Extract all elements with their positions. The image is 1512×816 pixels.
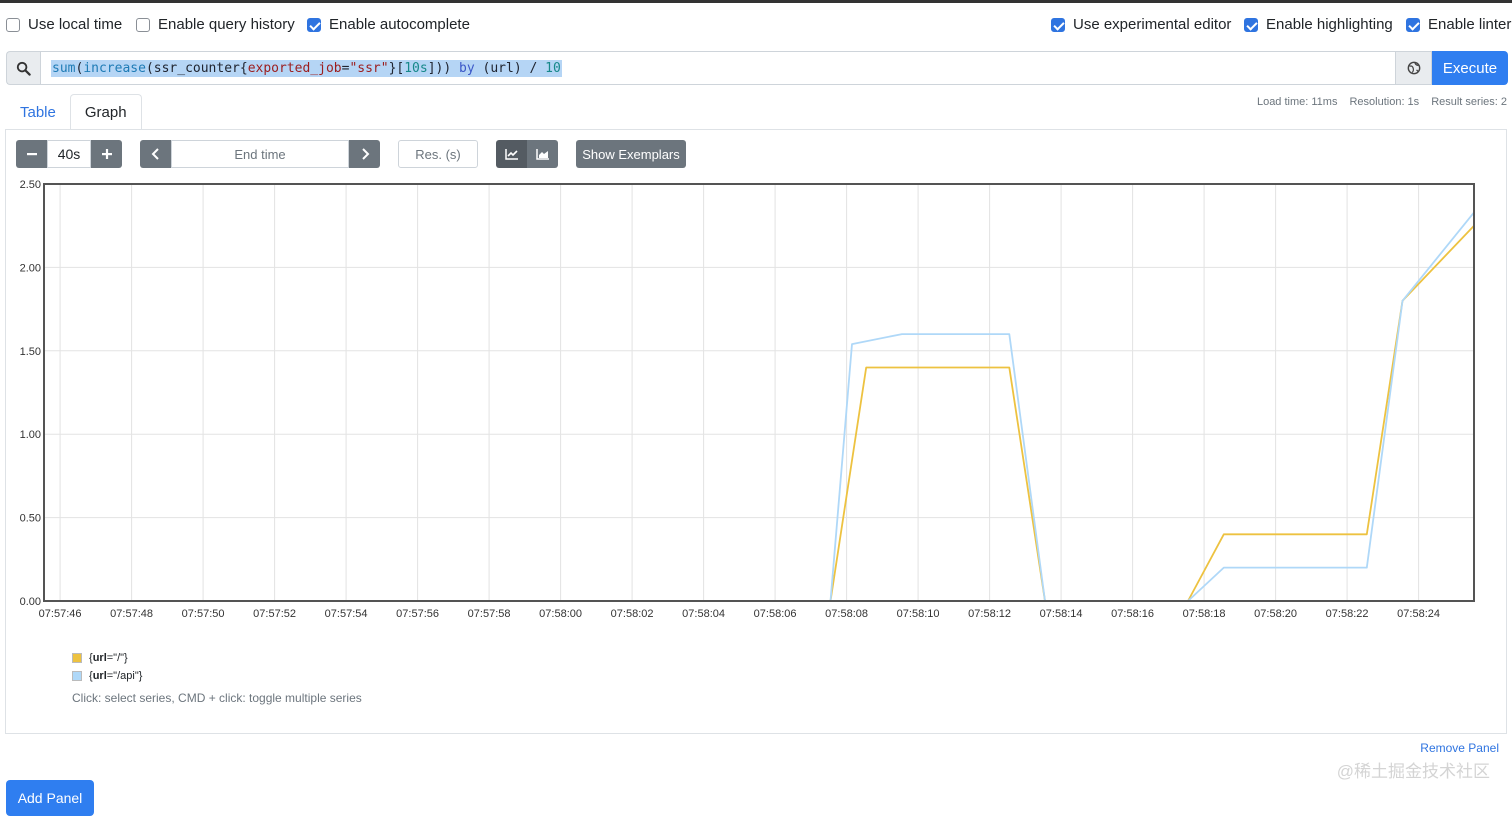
- add-panel-button[interactable]: Add Panel: [6, 780, 94, 816]
- enable-linter-checkbox[interactable]: [1406, 17, 1420, 32]
- x-tick-label: 07:58:20: [1254, 608, 1297, 620]
- enable-query-history-option[interactable]: Enable query history: [136, 16, 295, 33]
- expression-token: "ssr": [349, 60, 389, 76]
- x-tick-label: 07:58:02: [611, 608, 654, 620]
- options-bar: Use local time Enable query history Enab…: [0, 16, 1512, 38]
- enable-linter-label: Enable linter: [1428, 16, 1512, 33]
- metrics-explorer-button[interactable]: [1396, 51, 1432, 85]
- x-tick-label: 07:57:52: [253, 608, 296, 620]
- legend-hint: Click: select series, CMD + click: toggl…: [72, 691, 362, 705]
- enable-query-history-checkbox[interactable]: [136, 17, 150, 32]
- enable-query-history-label: Enable query history: [158, 16, 295, 33]
- remove-panel-link[interactable]: Remove Panel: [1420, 741, 1499, 755]
- x-tick-label: 07:58:16: [1111, 608, 1154, 620]
- graph-panel: 40s End time Res. (s) Show Exemplars 07:…: [5, 129, 1507, 734]
- query-stats: Load time: 11ms Resolution: 1s Result se…: [1257, 96, 1507, 108]
- x-tick-label: 07:57:54: [325, 608, 368, 620]
- expression-input[interactable]: sum(increase(ssr_counter{exported_job="s…: [40, 51, 1396, 85]
- legend-label-value: ="/"}: [106, 652, 128, 664]
- panel-tabs: Table Graph: [6, 94, 142, 130]
- y-tick-label: 1.00: [20, 429, 41, 441]
- use-local-time-checkbox[interactable]: [6, 17, 20, 32]
- legend-label-value: ="/api"}: [106, 670, 143, 682]
- expression-token: exported_job: [247, 60, 342, 76]
- legend-swatch: [72, 653, 82, 663]
- expression-token: {: [239, 60, 248, 76]
- expression-token: ssr_counter: [153, 60, 240, 76]
- x-tick-label: 07:57:46: [39, 608, 82, 620]
- x-tick-label: 07:58:12: [968, 608, 1011, 620]
- x-tick-label: 07:58:18: [1183, 608, 1226, 620]
- enable-autocomplete-checkbox[interactable]: [307, 17, 321, 32]
- globe-icon: [1407, 61, 1420, 75]
- y-tick-label: 2.50: [20, 179, 41, 191]
- time-series-chart[interactable]: 07:57:46 07:57:48 07:57:50 07:57:52 07:57:54…: [6, 130, 1506, 630]
- x-tick-label: 07:57:48: [110, 608, 153, 620]
- expression-token: by: [459, 60, 475, 76]
- expression-token: 10s: [404, 60, 428, 76]
- expression-token: sum: [52, 60, 76, 76]
- enable-highlighting-option[interactable]: Enable highlighting: [1244, 16, 1393, 33]
- resolution: Resolution: 1s: [1349, 96, 1420, 108]
- enable-highlighting-label: Enable highlighting: [1266, 16, 1393, 33]
- y-tick-label: 2.00: [20, 262, 41, 274]
- plot-area: [44, 184, 1474, 601]
- x-tick-label: 07:58:22: [1326, 608, 1369, 620]
- execute-button[interactable]: Execute: [1432, 51, 1508, 85]
- y-tick-label: 0.50: [20, 513, 41, 525]
- load-time: Load time: 11ms: [1256, 96, 1338, 108]
- legend-item-root[interactable]: {url="/"}: [72, 649, 362, 667]
- expression-bar: sum(increase(ssr_counter{exported_job="s…: [6, 51, 1508, 85]
- x-tick-label: 07:57:56: [396, 608, 439, 620]
- x-tick-label: 07:58:10: [897, 608, 940, 620]
- expression-text[interactable]: sum(increase(ssr_counter{exported_job="s…: [51, 59, 562, 77]
- enable-highlighting-checkbox[interactable]: [1244, 17, 1258, 32]
- x-tick-label: 07:58:24: [1397, 608, 1440, 620]
- legend-swatch: [72, 671, 82, 681]
- enable-autocomplete-label: Enable autocomplete: [329, 16, 470, 33]
- chart-legend: {url="/"} {url="/api"} Click: select ser…: [72, 649, 362, 705]
- x-tick-label: 07:58:06: [754, 608, 797, 620]
- use-local-time-label: Use local time: [28, 16, 123, 33]
- top-border: [0, 0, 1512, 3]
- result-series: Result series: 2: [1431, 96, 1507, 108]
- legend-item-api[interactable]: {url="/api"}: [72, 667, 362, 685]
- expression-token: increase: [83, 60, 146, 76]
- use-experimental-editor-checkbox[interactable]: [1051, 17, 1065, 32]
- legend-label-key: url: [92, 652, 107, 664]
- x-tick-label: 07:57:50: [182, 608, 225, 620]
- y-tick-label: 1.50: [20, 346, 41, 358]
- x-tick-label: 07:58:00: [539, 608, 582, 620]
- x-tick-label: 07:58:14: [1040, 608, 1083, 620]
- expression-token: ]: [427, 60, 436, 76]
- x-tick-label: 07:58:04: [682, 608, 725, 620]
- watermark: @稀土掘金技术社区: [1336, 762, 1490, 781]
- use-experimental-editor-option[interactable]: Use experimental editor: [1051, 16, 1231, 33]
- expression-token: (: [145, 60, 154, 76]
- expression-token: )): [435, 60, 460, 76]
- enable-autocomplete-option[interactable]: Enable autocomplete: [307, 16, 470, 33]
- expression-token: 10: [545, 60, 561, 76]
- x-tick-label: 07:57:58: [468, 608, 511, 620]
- search-icon: [6, 51, 40, 85]
- use-experimental-editor-label: Use experimental editor: [1073, 16, 1232, 33]
- legend-label-key: url: [92, 670, 107, 682]
- x-tick-label: 07:58:08: [825, 608, 868, 620]
- use-local-time-option[interactable]: Use local time: [6, 16, 122, 33]
- tab-graph[interactable]: Graph: [69, 94, 142, 130]
- y-tick-label: 0.00: [20, 596, 41, 608]
- enable-linter-option[interactable]: Enable linter: [1406, 16, 1511, 33]
- tab-table[interactable]: Table: [6, 94, 70, 130]
- expression-token: (url) /: [474, 60, 546, 76]
